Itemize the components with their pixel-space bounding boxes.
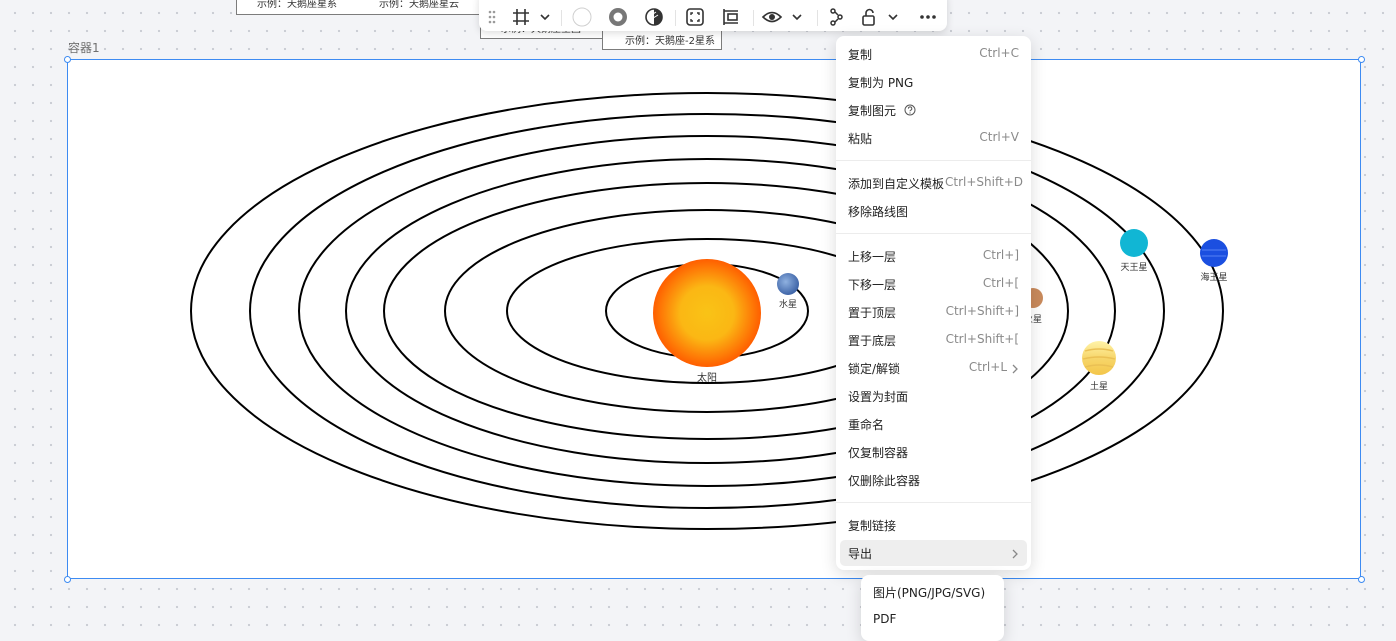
stroke-color-icon[interactable]: [607, 6, 629, 28]
resize-handle-bottom-right[interactable]: [1358, 576, 1365, 583]
menu-item-label: 复制链接: [848, 519, 897, 533]
menu-item-shortcut: Ctrl+Shift+]: [945, 304, 1019, 318]
note-card[interactable]: 示例：天鹅座-2星系: [602, 29, 722, 50]
floating-toolbar: [479, 0, 947, 31]
submenu-item-label: PDF: [873, 612, 897, 626]
fill-color-icon[interactable]: [571, 6, 593, 28]
resize-handle-top-left[interactable]: [64, 56, 71, 63]
menu-item-shortcut: Ctrl+[: [982, 276, 1019, 290]
sun: [653, 259, 761, 367]
menu-divider: [836, 233, 1031, 234]
menu-item-rename[interactable]: 重命名: [840, 411, 1027, 437]
menu-item-shortcut: Ctrl+C: [979, 46, 1019, 60]
neptune-label: 海王星: [1200, 271, 1227, 283]
menu-item-label: 粘贴: [848, 132, 873, 146]
menu-item-label: 仅删除此容器: [848, 474, 921, 488]
menu-item-label: 仅复制容器: [848, 446, 909, 460]
menu-item-send-backward[interactable]: 下移一层 Ctrl+[: [840, 271, 1027, 297]
menu-item-lock-unlock[interactable]: 锁定/解锁 Ctrl+L: [840, 355, 1027, 381]
menu-item-set-cover[interactable]: 设置为封面: [840, 383, 1027, 409]
menu-item-copy[interactable]: 复制 Ctrl+C: [840, 41, 1027, 67]
layout-icon[interactable]: [719, 6, 743, 28]
menu-item-label: 上移一层: [848, 250, 897, 264]
menu-item-shortcut: Ctrl+L: [968, 360, 1007, 374]
menu-item-label: 重命名: [848, 418, 885, 432]
opacity-icon[interactable]: [643, 6, 665, 28]
container-frame[interactable]: 太阳 水星 火星 天王星 海王星 土星: [67, 59, 1361, 579]
menu-item-send-to-back[interactable]: 置于底层 Ctrl+Shift+[: [840, 327, 1027, 353]
uranus: [1120, 229, 1148, 257]
saturn-label: 土星: [1090, 380, 1108, 392]
uranus-label: 天王星: [1120, 262, 1147, 273]
menu-item-copy-element[interactable]: 复制图元: [840, 97, 1027, 123]
note-card[interactable]: 示例：天鹅座星系 示例：天鹅座星云: [236, 0, 488, 15]
menu-item-shortcut: Ctrl+Shift+D: [945, 175, 1023, 189]
menu-item-bring-forward[interactable]: 上移一层 Ctrl+]: [840, 243, 1027, 269]
toolbar-separator: [753, 10, 754, 26]
menu-item-shortcut: Ctrl+Shift+[: [945, 332, 1019, 346]
chevron-right-icon: [1011, 548, 1019, 562]
submenu-item-label: 图片(PNG/JPG/SVG): [873, 586, 986, 600]
menu-item-export[interactable]: 导出: [840, 540, 1027, 566]
container-title[interactable]: 容器1: [68, 39, 100, 56]
menu-item-bring-to-front[interactable]: 置于顶层 Ctrl+Shift+]: [840, 299, 1027, 325]
help-icon[interactable]: [904, 104, 916, 119]
drag-handle-icon[interactable]: [485, 6, 499, 28]
connect-icon[interactable]: [825, 6, 847, 28]
submenu-item-export-image[interactable]: 图片(PNG/JPG/SVG): [865, 579, 1000, 605]
menu-item-label: 置于底层: [848, 334, 897, 348]
menu-divider: [836, 502, 1031, 503]
mercury-label: 水星: [779, 298, 797, 310]
visibility-icon[interactable]: [761, 6, 807, 28]
menu-item-label: 下移一层: [848, 278, 897, 292]
menu-item-label: 设置为封面: [848, 390, 909, 404]
menu-divider: [836, 160, 1031, 161]
menu-item-paste[interactable]: 粘贴 Ctrl+V: [840, 125, 1027, 151]
resize-handle-top-right[interactable]: [1358, 56, 1365, 63]
fit-icon[interactable]: [683, 6, 707, 28]
menu-item-shortcut: Ctrl+V: [979, 130, 1019, 144]
menu-item-label: 复制图元: [848, 104, 897, 118]
note-text: 示例：天鹅座星云: [379, 0, 459, 10]
menu-item-label: 移除路线图: [848, 205, 909, 219]
menu-item-copy-as-png[interactable]: 复制为 PNG: [840, 69, 1027, 95]
menu-item-label: 置于顶层: [848, 306, 897, 320]
menu-item-add-to-template[interactable]: 添加到自定义模板 Ctrl+Shift+D: [840, 170, 1027, 196]
menu-item-label: 添加到自定义模板: [848, 177, 945, 191]
mercury: [777, 273, 799, 295]
toolbar-separator: [817, 10, 818, 26]
toolbar-separator: [561, 10, 562, 26]
note-text: 示例：天鹅座-2星系: [625, 36, 715, 47]
chevron-right-icon: [1011, 363, 1019, 377]
menu-item-label: 导出: [848, 547, 873, 561]
solar-system-diagram: 太阳 水星 火星 天王星 海王星 土星: [190, 92, 1228, 530]
context-menu: 复制 Ctrl+C 复制为 PNG 复制图元 粘贴 Ctrl+V 添加到自定义模…: [836, 36, 1031, 570]
lock-icon[interactable]: [859, 6, 905, 28]
more-icon[interactable]: [915, 6, 941, 28]
menu-item-shortcut: Ctrl+]: [982, 248, 1019, 262]
note-text: 示例：天鹅座星系: [257, 0, 337, 10]
menu-item-label: 锁定/解锁: [848, 362, 901, 376]
resize-handle-bottom-left[interactable]: [64, 576, 71, 583]
menu-item-copy-link[interactable]: 复制链接: [840, 512, 1027, 538]
neptune: [1200, 239, 1228, 267]
menu-item-remove-roadmap[interactable]: 移除路线图: [840, 198, 1027, 224]
menu-item-label: 复制为 PNG: [848, 76, 914, 90]
menu-item-delete-container-only[interactable]: 仅删除此容器: [840, 467, 1027, 493]
sun-label: 太阳: [697, 371, 717, 384]
submenu-item-export-pdf[interactable]: PDF: [865, 607, 1000, 633]
menu-item-copy-container-only[interactable]: 仅复制容器: [840, 439, 1027, 465]
menu-item-label: 复制: [848, 48, 873, 62]
frame-icon[interactable]: [511, 6, 551, 28]
toolbar-separator: [675, 10, 676, 26]
export-submenu: 图片(PNG/JPG/SVG) PDF: [861, 575, 1004, 641]
